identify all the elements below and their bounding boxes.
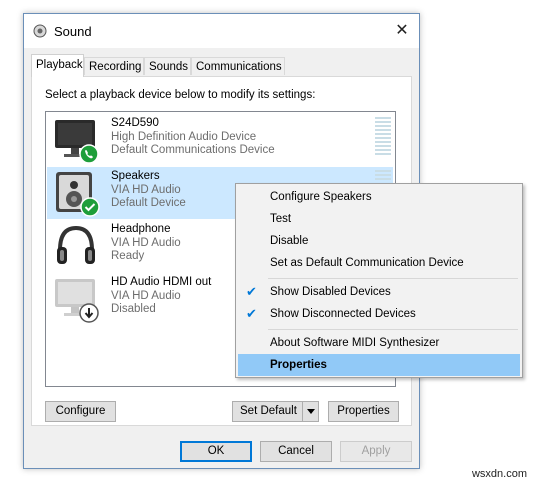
device-status: Ready — [111, 250, 145, 262]
set-default-button[interactable]: Set Default — [232, 401, 319, 422]
device-driver: High Definition Audio Device — [111, 131, 257, 143]
close-button[interactable]: ✕ — [385, 14, 419, 48]
device-name: Speakers — [111, 170, 160, 182]
menu-item-label: Configure Speakers — [270, 191, 372, 203]
menu-item-disable[interactable]: Disable — [238, 230, 520, 252]
properties-button[interactable]: Properties — [328, 401, 399, 422]
check-badge-icon — [80, 197, 100, 217]
device-driver: VIA HD Audio — [111, 290, 181, 302]
context-menu: Configure Speakers Test Disable Set as D… — [235, 183, 523, 378]
volume-meter — [375, 117, 391, 157]
device-item-s24d590[interactable]: S24D590 High Definition Audio Device Def… — [47, 114, 393, 166]
title-bar[interactable]: Sound ✕ — [24, 14, 419, 48]
tab-sounds[interactable]: Sounds — [144, 57, 191, 75]
menu-item-label: Disable — [270, 235, 309, 247]
device-name: S24D590 — [111, 117, 159, 129]
volume-meter — [375, 170, 391, 182]
window-title: Sound — [54, 24, 92, 39]
menu-separator — [268, 329, 518, 330]
tab-playback[interactable]: Playback — [31, 54, 84, 77]
menu-item-label: Properties — [270, 359, 327, 371]
device-driver: VIA HD Audio — [111, 237, 181, 249]
menu-item-about-midi-synthesizer[interactable]: About Software MIDI Synthesizer — [238, 332, 520, 354]
menu-item-label: Show Disconnected Devices — [270, 308, 416, 320]
menu-separator — [268, 278, 518, 279]
device-status: Disabled — [111, 303, 156, 315]
device-status: Default Communications Device — [111, 144, 275, 156]
watermark-text: wsxdn.com — [471, 468, 527, 480]
ok-button[interactable]: OK — [180, 441, 252, 462]
configure-button[interactable]: Configure — [45, 401, 116, 422]
menu-item-set-default-communication[interactable]: Set as Default Communication Device — [238, 252, 520, 274]
disabled-monitor-icon — [55, 279, 99, 323]
phone-badge-icon — [79, 144, 99, 164]
cancel-button[interactable]: Cancel — [260, 441, 332, 462]
tab-communications[interactable]: Communications — [191, 57, 285, 75]
menu-item-show-disconnected-devices[interactable]: ✔ Show Disconnected Devices — [238, 303, 520, 325]
menu-item-test[interactable]: Test — [238, 208, 520, 230]
chevron-down-icon[interactable] — [302, 402, 318, 421]
apply-button[interactable]: Apply — [340, 441, 412, 462]
device-name: Headphone — [111, 223, 171, 235]
device-driver: VIA HD Audio — [111, 184, 181, 196]
set-default-label: Set Default — [240, 405, 297, 417]
headphone-icon — [57, 225, 95, 264]
monitor-icon — [55, 120, 99, 164]
device-status: Default Device — [111, 197, 186, 209]
menu-item-label: Set as Default Communication Device — [270, 257, 464, 269]
speaker-title-icon — [33, 24, 47, 38]
tab-recording[interactable]: Recording — [84, 57, 144, 75]
checkmark-icon: ✔ — [246, 306, 257, 321]
speaker-icon — [56, 172, 100, 217]
menu-item-show-disabled-devices[interactable]: ✔ Show Disabled Devices — [238, 281, 520, 303]
menu-item-label: Show Disabled Devices — [270, 286, 391, 298]
instruction-text: Select a playback device below to modify… — [45, 89, 316, 101]
menu-item-label: About Software MIDI Synthesizer — [270, 337, 440, 349]
checkmark-icon: ✔ — [246, 284, 257, 299]
menu-item-configure-speakers[interactable]: Configure Speakers — [238, 186, 520, 208]
device-name: HD Audio HDMI out — [111, 276, 212, 288]
menu-item-label: Test — [270, 213, 292, 225]
menu-item-properties[interactable]: Properties — [238, 354, 520, 376]
